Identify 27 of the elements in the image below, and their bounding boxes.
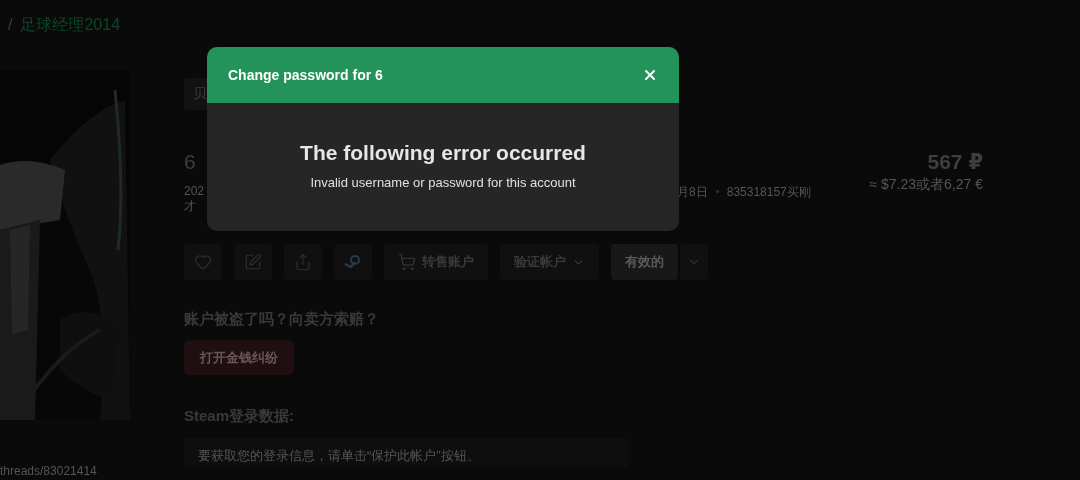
close-icon [642,67,658,83]
close-button[interactable] [642,67,658,83]
separator-dot [715,190,719,193]
steam-icon [344,253,362,271]
favorite-button[interactable] [184,244,222,280]
date-text: 月8日 [677,184,708,201]
meta-text: 202 [184,184,205,199]
share-button[interactable] [284,244,322,280]
status-button[interactable]: 有效的 [611,244,678,280]
edit-button[interactable] [234,244,272,280]
seller-text: 835318157买刚 [726,184,811,201]
breadcrumb-link[interactable]: 足球经理2014 [20,14,121,36]
modal-title: Change password for 6 [228,67,383,83]
converted-price: ≈ $7.23或者6,27 € [869,176,983,194]
login-hint: 要获取您的登录信息，请单击“保护此帐户”按钮。 [198,448,480,463]
error-message: Invalid username or password for this account [310,175,576,190]
meta-text: 才 [184,199,197,214]
share-icon [294,253,312,271]
thread-link-text: threads/83021414 [0,464,98,478]
status-menu-button[interactable] [680,244,708,280]
heart-icon [194,253,212,271]
steam-button[interactable] [334,244,372,280]
dispute-button[interactable]: 打开金钱纠纷 [184,340,294,375]
edit-icon [244,253,262,271]
breadcrumb-separator: / [8,16,13,34]
cart-icon [398,253,416,271]
error-title: The following error occurred [300,141,586,165]
